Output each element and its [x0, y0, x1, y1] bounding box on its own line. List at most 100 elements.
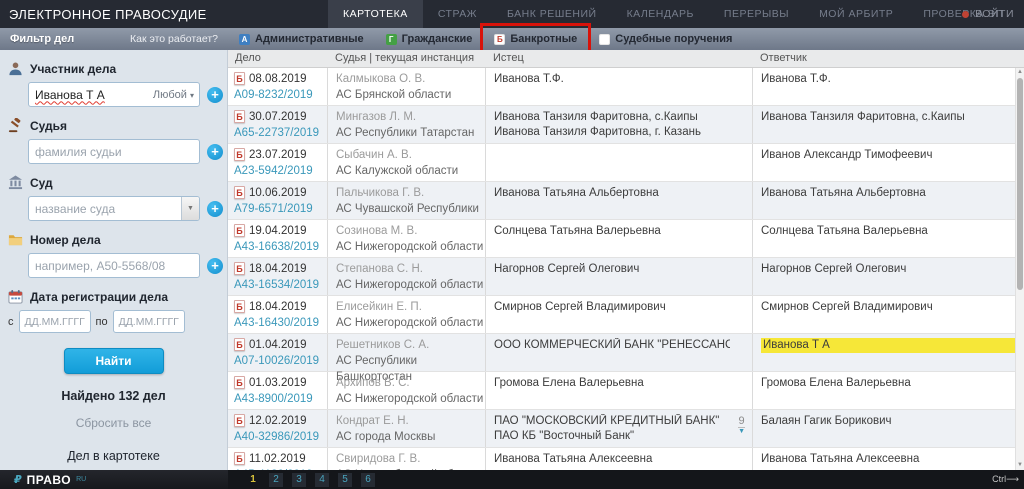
courthouse-icon — [8, 175, 23, 190]
table-row[interactable]: Б 23.07.2019 А23-5942/2019 Сыбачин А. В.… — [228, 144, 1024, 182]
defendant-cell: Смирнов Сергей Владимирович — [753, 296, 1024, 333]
case-cell: Б 12.02.2019 А40-32986/2019 — [228, 410, 328, 447]
defendant-cell: Иванова Т.Ф. — [753, 68, 1024, 105]
case-number-link[interactable]: А07-10026/2019 — [234, 355, 319, 367]
case-number-link[interactable]: А43-16638/2019 — [234, 241, 319, 253]
add-judge-button[interactable]: + — [207, 144, 223, 160]
case-number-link[interactable]: А43-16534/2019 — [234, 279, 319, 291]
filter-sidebar: Участник дела Иванова Т А Любой ▾ + Судь… — [0, 50, 228, 470]
ctrl-scroll-hint: Ctrl⟶ — [992, 474, 1019, 485]
date-to-input[interactable]: ДД.ММ.ГГГГ — [113, 310, 185, 333]
date-from-input[interactable]: ДД.ММ.ГГГГ — [19, 310, 91, 333]
pravo-logo: ₽ ПРАВО RU — [0, 470, 228, 489]
table-row[interactable]: Б 01.03.2019 А43-8900/2019 Архипов В. С.… — [228, 372, 1024, 410]
bankruptcy-case-icon: Б — [234, 414, 245, 427]
civil-tab-icon: Г — [386, 34, 397, 45]
participant-field-label: Участник дела — [8, 61, 227, 76]
court-name: АС Брянской области — [336, 87, 485, 103]
case-number-link[interactable]: A09-8232/2019 — [234, 89, 313, 101]
plaintiff-name: Иванова Т.Ф. — [494, 72, 730, 87]
scroll-up-icon[interactable]: ▲ — [1016, 68, 1024, 77]
court-dropdown-button[interactable]: ▼ — [181, 197, 199, 220]
case-number-link[interactable]: А43-8900/2019 — [234, 393, 313, 405]
case-number-link[interactable]: А79-6571/2019 — [234, 203, 313, 215]
nav-item-strazh[interactable]: СТРАЖ — [423, 0, 492, 28]
court-name: АС Нижегородской области — [336, 315, 485, 331]
page-button-2[interactable]: 2 — [269, 473, 283, 487]
case-date: 01.04.2019 — [249, 339, 307, 351]
counter-title: Дел в картотеке — [0, 449, 227, 463]
participant-input[interactable]: Иванова Т А Любой ▾ — [28, 82, 200, 107]
defendant-cell: Иванов Александр Тимофеевич — [753, 144, 1024, 181]
plaintiff-name: ООО КОММЕРЧЕСКИЙ БАНК "РЕНЕССАНС КРЕДИТ" — [494, 338, 730, 353]
add-court-button[interactable]: + — [207, 201, 223, 217]
page-button-6[interactable]: 6 — [361, 473, 375, 487]
defendant-cell: Иванова Татьяна Алексеевна — [753, 448, 1024, 470]
table-row[interactable]: Б 10.06.2019 А79-6571/2019 Пальчикова Г.… — [228, 182, 1024, 220]
how-it-works-link[interactable]: Как это работает? — [130, 33, 218, 45]
table-row[interactable]: Б 11.02.2019 А45-4130/2019 Свиридова Г. … — [228, 448, 1024, 470]
add-participant-button[interactable]: + — [207, 87, 223, 103]
plaintiff-name: Иванова Татьяна Алексеевна — [494, 452, 730, 467]
judge-input[interactable]: фамилия судьи — [28, 139, 200, 164]
app-title: ЭЛЕКТРОННОЕ ПРАВОСУДИЕ — [9, 7, 207, 22]
case-number-link[interactable]: А43-16430/2019 — [234, 317, 319, 329]
nav-item-kalendar[interactable]: КАЛЕНДАРЬ — [612, 0, 709, 28]
nav-item-moy-arbitr[interactable]: МОЙ АРБИТР — [804, 0, 908, 28]
table-body: Б 08.08.2019 A09-8232/2019 Калмыкова О. … — [228, 68, 1024, 470]
reset-all-link[interactable]: Сбросить все — [0, 416, 227, 430]
bankruptcy-case-icon: Б — [234, 338, 245, 351]
table-row[interactable]: Б 18.04.2019 А43-16534/2019 Степанова С.… — [228, 258, 1024, 296]
plaintiff-cell: Нагорнов Сергей Олегович ▼ — [486, 258, 753, 295]
page-button-1[interactable]: 1 — [246, 473, 260, 487]
court-select[interactable]: название суда ▼ — [28, 196, 200, 221]
scroll-down-icon[interactable]: ▼ — [1016, 461, 1024, 470]
participant-role-dropdown[interactable]: Любой ▾ — [153, 89, 194, 101]
page-button-5[interactable]: 5 — [338, 473, 352, 487]
case-number-input[interactable]: например, А50-5568/08 — [28, 253, 200, 278]
more-parties-badge[interactable]: 9▼ — [738, 416, 745, 435]
judge-name: Решетников С. А. — [336, 338, 485, 353]
case-number-link[interactable]: А40-32986/2019 — [234, 431, 319, 443]
filter-header: Фильтр дел Как это работает? — [0, 33, 228, 45]
table-row[interactable]: Б 18.04.2019 А43-16430/2019 Елисейкин Е.… — [228, 296, 1024, 334]
participant-value: Иванова Т А — [35, 88, 105, 102]
tab-administrative[interactable]: А Административные — [228, 28, 375, 50]
main-nav: КАРТОТЕКА СТРАЖ БАНК РЕШЕНИЙ КАЛЕНДАРЬ П… — [328, 0, 1018, 28]
administrative-tab-icon: А — [239, 34, 250, 45]
add-case-number-button[interactable]: + — [207, 258, 223, 274]
table-scrollbar[interactable]: ▲ ▼ — [1015, 68, 1024, 470]
table-row[interactable]: Б 12.02.2019 А40-32986/2019 Кондрат Е. Н… — [228, 410, 1024, 448]
case-number-link[interactable]: А65-22737/2019 — [234, 127, 319, 139]
table-row[interactable]: Б 30.07.2019 А65-22737/2019 Мингазов Л. … — [228, 106, 1024, 144]
defendant-cell: Иванова Т А — [753, 334, 1024, 371]
search-button[interactable]: Найти — [64, 348, 164, 374]
app-window: ЭЛЕКТРОННОЕ ПРАВОСУДИЕ КАРТОТЕКА СТРАЖ Б… — [0, 0, 1024, 489]
defendant-cell: Иванова Татьяна Альбертовна — [753, 182, 1024, 219]
defendant-name: Смирнов Сергей Владимирович — [761, 300, 1024, 315]
judge-name: Свиридова Г. В. — [336, 452, 485, 467]
nav-item-bank-resheniy[interactable]: БАНК РЕШЕНИЙ — [492, 0, 612, 28]
defendant-cell: Солнцева Татьяна Валерьевна — [753, 220, 1024, 257]
case-cell: Б 01.03.2019 А43-8900/2019 — [228, 372, 328, 409]
tab-bankruptcy[interactable]: Б Банкротные — [483, 28, 588, 50]
case-number-link[interactable]: А23-5942/2019 — [234, 165, 313, 177]
table-row[interactable]: Б 01.04.2019 А07-10026/2019 Решетников С… — [228, 334, 1024, 372]
plaintiff-name: Смирнов Сергей Владимирович — [494, 300, 730, 315]
judge-name: Сыбачин А. В. — [336, 148, 485, 163]
tab-court-assignments[interactable]: Судебные поручения — [588, 28, 743, 50]
page-button-3[interactable]: 3 — [292, 473, 306, 487]
judge-name: Созинова М. В. — [336, 224, 485, 239]
login-button[interactable]: ВОЙТИ — [962, 0, 1014, 28]
page-button-4[interactable]: 4 — [315, 473, 329, 487]
nav-item-kartoteka[interactable]: КАРТОТЕКА — [328, 0, 423, 28]
tab-civil[interactable]: Г Гражданские — [375, 28, 484, 50]
table-row[interactable]: Б 19.04.2019 А43-16638/2019 Созинова М. … — [228, 220, 1024, 258]
plaintiff-name: ПАО КБ "Восточный Банк" — [494, 429, 730, 444]
nav-item-pereryvy[interactable]: ПЕРЕРЫВЫ — [709, 0, 804, 28]
defendant-cell: Балаян Гагик Борикович — [753, 410, 1024, 447]
scrollbar-thumb[interactable] — [1017, 78, 1023, 290]
table-row[interactable]: Б 08.08.2019 A09-8232/2019 Калмыкова О. … — [228, 68, 1024, 106]
defendant-name: Иванова Татьяна Алексеевна — [761, 452, 1024, 467]
plaintiff-cell: ▼ — [486, 144, 753, 181]
